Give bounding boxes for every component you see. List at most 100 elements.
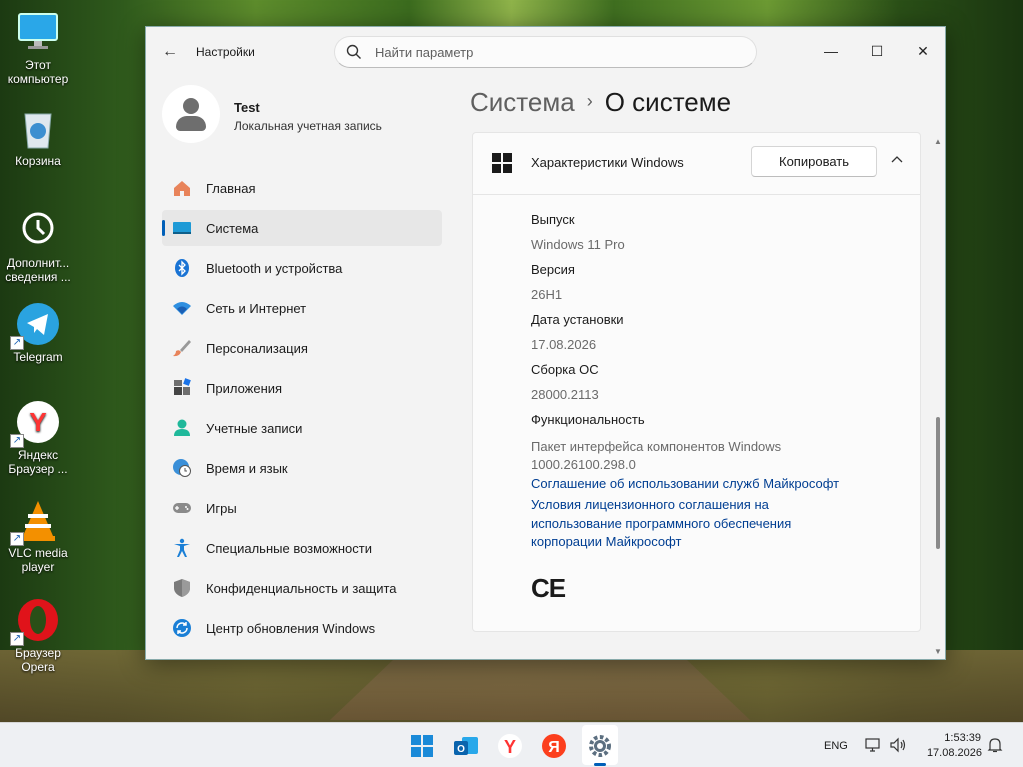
sidebar-item-label: Центр обновления Windows: [206, 621, 376, 636]
sidebar-item-bluetooth[interactable]: Bluetooth и устройства: [162, 250, 442, 286]
sidebar-item-label: Главная: [206, 181, 256, 196]
sidebar-item-privacy[interactable]: Конфиденциальность и защита: [162, 570, 442, 606]
shortcut-arrow-icon: ↗: [10, 434, 24, 448]
sidebar-item-apps[interactable]: Приложения: [162, 370, 442, 406]
desktop-icon-recycle-bin[interactable]: Корзина: [2, 106, 74, 168]
sidebar-item-network[interactable]: Сеть и Интернет: [162, 290, 442, 326]
sidebar-item-label: Конфиденциальность и защита: [206, 581, 397, 596]
notifications-icon[interactable]: [986, 736, 1004, 754]
sidebar-item-label: Сеть и Интернет: [206, 301, 307, 316]
clock-date[interactable]: 17.08.2026: [922, 747, 982, 759]
minimize-button[interactable]: —: [808, 35, 854, 67]
opera-icon: ↗: [10, 598, 60, 646]
desktop-icon-label: Корзина: [15, 154, 61, 168]
scroll-thumb[interactable]: [936, 417, 940, 549]
system-icon: [173, 222, 191, 234]
sidebar-item-gaming[interactable]: Игры: [162, 490, 442, 526]
maximize-button[interactable]: ☐: [854, 35, 900, 67]
titlebar: ← Настройки Найти параметр — ☐ ✕: [146, 27, 945, 77]
scroll-down-icon[interactable]: ▼: [934, 647, 942, 656]
spec-value: Windows 11 Pro: [531, 237, 625, 252]
volume-icon[interactable]: [889, 736, 907, 754]
shield-icon: [174, 579, 190, 597]
user-name: Test: [234, 100, 260, 115]
search-placeholder: Найти параметр: [375, 45, 474, 60]
network-icon[interactable]: [864, 736, 882, 754]
yandex-browser-icon: Y ↗: [10, 400, 60, 448]
spec-label: Дата установки: [531, 312, 624, 327]
spec-value: 17.08.2026: [531, 337, 597, 352]
chevron-right-icon: ›: [586, 91, 593, 111]
desktop-icon-extra-info[interactable]: Дополнит... сведения ...: [2, 208, 74, 284]
sidebar-item-label: Специальные возможности: [206, 541, 372, 556]
sidebar-item-accounts[interactable]: Учетные записи: [162, 410, 442, 446]
back-button[interactable]: ←: [160, 42, 180, 62]
spec-label: Функциональность: [531, 412, 645, 427]
settings-icon[interactable]: [584, 730, 616, 762]
accessibility-icon: [174, 538, 190, 557]
desktop-icon-this-pc[interactable]: Этот компьютер: [2, 10, 74, 86]
spec-value: 26H1: [531, 287, 563, 302]
language-indicator[interactable]: ENG: [824, 740, 848, 752]
copy-button[interactable]: Копировать: [751, 146, 877, 177]
svg-text:Y: Y: [29, 407, 46, 437]
desktop-icon-yandex-browser[interactable]: Y ↗ Яндекс Браузер ...: [2, 400, 74, 476]
desktop-icon-telegram[interactable]: ↗ Telegram: [2, 302, 74, 364]
recycle-bin-icon: [16, 106, 60, 150]
sidebar-item-personalization[interactable]: Персонализация: [162, 330, 442, 366]
yandex-icon[interactable]: Я: [538, 730, 570, 762]
desktop-icon-opera[interactable]: ↗ Браузер Opera: [2, 598, 74, 674]
desktop-icon-vlc[interactable]: ↗ VLC media player: [2, 498, 74, 574]
search-icon: [346, 44, 361, 59]
windows-logo-icon: [492, 153, 512, 173]
home-icon: [174, 181, 190, 196]
apps-icon: [174, 378, 191, 395]
sidebar-item-label: Учетные записи: [206, 421, 303, 436]
sidebar-item-label: Приложения: [206, 381, 283, 396]
vlc-icon: ↗: [10, 498, 60, 546]
avatar-head: [183, 98, 199, 114]
monitor-icon: [16, 10, 60, 54]
account-type: Локальная учетная запись: [234, 119, 382, 133]
telegram-icon: ↗: [10, 302, 60, 350]
breadcrumb-parent[interactable]: Система: [470, 87, 575, 117]
sidebar-item-label: Bluetooth и устройства: [206, 261, 343, 276]
sidebar-item-windows-update[interactable]: Центр обновления Windows: [162, 610, 442, 646]
clock-time[interactable]: 1:53:39: [941, 732, 981, 744]
accounts-icon: [174, 419, 190, 436]
page-title: О системе: [604, 87, 732, 117]
license-terms-link[interactable]: Условия лицензионного соглашения на испо…: [531, 496, 821, 552]
chevron-up-icon[interactable]: [889, 153, 905, 169]
sidebar-item-label: Игры: [206, 501, 237, 516]
sidebar-nav: Главная Система Bluetooth и устройства С…: [162, 170, 442, 650]
svg-text:Я: Я: [548, 739, 560, 756]
services-agreement-link[interactable]: Соглашение об использовании служб Майкро…: [531, 475, 871, 494]
brush-icon: [173, 340, 191, 357]
desktop-icon-label: Telegram: [13, 350, 63, 364]
scroll-up-icon[interactable]: ▲: [934, 137, 942, 146]
close-button[interactable]: ✕: [900, 35, 946, 67]
sidebar-item-label: Время и язык: [206, 461, 288, 476]
avatar[interactable]: [162, 85, 220, 143]
ce-mark: CE: [531, 573, 566, 603]
yandex-browser-icon[interactable]: Y: [494, 730, 526, 762]
start-icon[interactable]: [406, 730, 438, 762]
app-title: Настройки: [196, 45, 255, 59]
sidebar-item-accessibility[interactable]: Специальные возможности: [162, 530, 442, 566]
desktop-icon-label: Яндекс Браузер ...: [8, 448, 68, 476]
sidebar-item-system[interactable]: Система: [162, 210, 442, 246]
scrollbar[interactable]: ▲ ▼: [934, 137, 942, 657]
card-title: Характеристики Windows: [531, 155, 684, 170]
card-header[interactable]: Характеристики Windows Копировать: [473, 133, 920, 195]
outlook-icon[interactable]: O: [450, 730, 482, 762]
sidebar-item-home[interactable]: Главная: [162, 170, 442, 206]
active-app-indicator: [594, 763, 606, 766]
sidebar-item-time-language[interactable]: Время и язык: [162, 450, 442, 486]
spec-label: Версия: [531, 262, 575, 277]
spec-value: Пакет интерфейса компонентов Windows 100…: [531, 439, 782, 472]
desktop-icon-label: Дополнит... сведения ...: [5, 256, 71, 284]
settings-window: ← Настройки Найти параметр — ☐ ✕ Test Ло…: [145, 26, 946, 660]
sidebar-item-label: Система: [206, 221, 259, 236]
search-input[interactable]: Найти параметр: [334, 36, 757, 68]
clock-icon: [16, 208, 60, 252]
